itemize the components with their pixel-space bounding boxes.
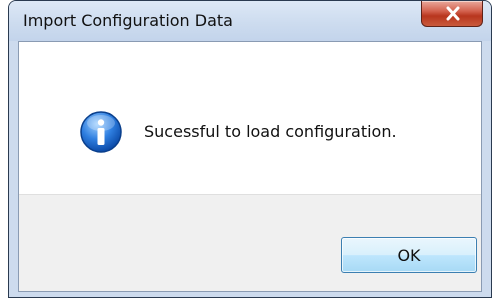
ok-button[interactable]: OK bbox=[341, 237, 477, 273]
dialog-window: Import Configuration Data Sucessful to l… bbox=[8, 0, 492, 298]
info-icon bbox=[80, 111, 122, 153]
title-bar[interactable]: Import Configuration Data bbox=[9, 1, 491, 41]
message-area: Sucessful to load configuration. bbox=[19, 42, 481, 194]
dialog-title: Import Configuration Data bbox=[23, 11, 233, 30]
dialog-body: Sucessful to load configuration. OK bbox=[18, 41, 482, 292]
button-bar: OK bbox=[19, 194, 481, 291]
dialog-message: Sucessful to load configuration. bbox=[144, 122, 397, 141]
close-button[interactable] bbox=[421, 1, 483, 27]
close-icon bbox=[446, 6, 460, 21]
